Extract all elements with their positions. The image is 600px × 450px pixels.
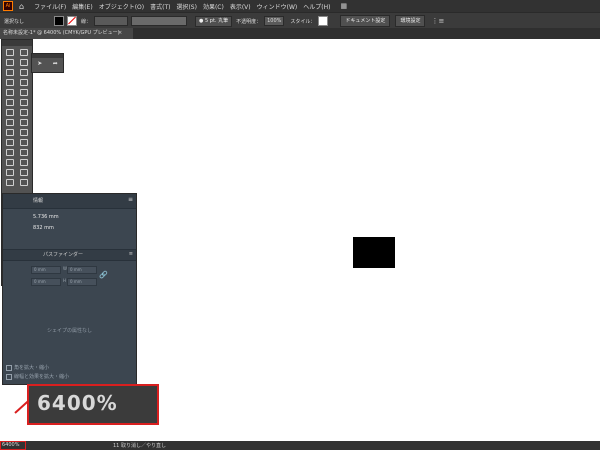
menu-items: ファイル(F) 編集(E) オブジェクト(O) 書式(T) 選択(S) 効果(C… — [34, 2, 336, 11]
workspace-icon[interactable]: ▦ — [340, 2, 347, 10]
style-label: スタイル： — [290, 18, 316, 25]
menu-select[interactable]: 選択(S) — [176, 2, 197, 11]
mesh-tool-icon[interactable] — [3, 137, 17, 147]
y-field[interactable]: 0 mm — [67, 278, 97, 286]
width-field[interactable]: 0 mm — [31, 266, 61, 274]
pathfinder-tabs: パスファインダー ≡ — [3, 249, 136, 261]
document-tab[interactable]: 名称未設定-1* @ 6400% (CMYK/GPU プレビュー) — [0, 28, 133, 39]
brush-value: 5 pt. 丸筆 — [205, 17, 229, 24]
arrange-icon[interactable]: ⋮≡ — [431, 17, 444, 25]
symbol-sprayer-tool-icon[interactable] — [3, 157, 17, 167]
info-panel: 情報 ≡ 5.736 mm 832 mm パスファインダー ≡ 0 mm 0 m… — [2, 193, 137, 385]
scale-strokes-checkbox[interactable]: 線幅と効果を拡大・縮小 — [6, 373, 69, 380]
scale-corners-label: 角を拡大・縮小 — [14, 365, 50, 371]
menu-bar: Ai ⌂ ファイル(F) 編集(E) オブジェクト(O) 書式(T) 選択(S)… — [0, 0, 600, 12]
graph-tool-icon[interactable] — [17, 157, 31, 167]
close-icon[interactable]: × — [118, 28, 122, 39]
tab-info[interactable]: 情報 — [33, 197, 43, 204]
menu-window[interactable]: ウィンドウ(W) — [257, 2, 298, 11]
gradient-tool-icon[interactable] — [17, 137, 31, 147]
arrow-plus-icon[interactable]: ➦ — [53, 60, 58, 67]
document-tab-title: 名称未設定-1* @ 6400% (CMYK/GPU プレビュー) — [3, 30, 120, 36]
menu-help[interactable]: ヘルプ(H) — [303, 2, 330, 11]
shaper-tool-icon[interactable] — [3, 97, 17, 107]
lasso-tool-icon[interactable] — [17, 57, 31, 67]
app-logo: Ai — [3, 1, 13, 11]
small-floating-panel: ➤ ➦ — [31, 53, 64, 73]
eyedropper-tool-icon[interactable] — [3, 147, 17, 157]
link-icon[interactable]: 🔗 — [99, 271, 108, 279]
x-field[interactable]: 0 mm — [67, 266, 97, 274]
panel-menu-icon[interactable]: ≡ — [129, 251, 133, 257]
shape-builder-tool-icon[interactable] — [3, 127, 17, 137]
hand-tool-icon[interactable] — [3, 177, 17, 187]
height-label: H — [63, 278, 67, 283]
menu-type[interactable]: 書式(T) — [150, 2, 170, 11]
menu-effect[interactable]: 効果(C) — [203, 2, 224, 11]
home-icon[interactable]: ⌂ — [19, 2, 24, 11]
brush-field[interactable]: ● 5 pt. 丸筆 — [195, 15, 233, 27]
height-field[interactable]: 0 mm — [31, 278, 61, 286]
status-bar: 6400% 11 取り消し／やり直し — [0, 441, 600, 450]
width-tool-icon[interactable] — [3, 117, 17, 127]
selection-tool-icon[interactable] — [3, 47, 17, 57]
info-panel-tabs: 情報 ≡ — [3, 194, 136, 209]
artboard-tool-icon[interactable] — [3, 167, 17, 177]
stroke-weight-field[interactable] — [94, 16, 129, 26]
opacity-label: 不透明度： — [236, 18, 262, 25]
perspective-grid-tool-icon[interactable] — [17, 127, 31, 137]
info-width-value: 5.736 mm — [33, 214, 59, 220]
curvature-tool-icon[interactable] — [17, 67, 31, 77]
stroke-swatch[interactable] — [67, 16, 78, 26]
scale-corners-checkbox[interactable]: 角を拡大・縮小 — [6, 364, 49, 371]
zoom-highlight-box — [0, 441, 26, 450]
scale-tool-icon[interactable] — [17, 107, 31, 117]
artwork-rectangle[interactable] — [353, 237, 395, 268]
free-transform-tool-icon[interactable] — [17, 117, 31, 127]
menu-view[interactable]: 表示(V) — [230, 2, 251, 11]
paintbrush-tool-icon[interactable] — [17, 87, 31, 97]
panel-menu-icon[interactable]: ≡ — [128, 196, 133, 203]
control-bar: 選択なし 線： ● 5 pt. 丸筆 不透明度： 100% スタイル： ドキュメ… — [0, 12, 600, 29]
info-height-value: 832 mm — [33, 225, 54, 231]
menu-object[interactable]: オブジェクト(O) — [99, 2, 144, 11]
rotate-tool-icon[interactable] — [3, 107, 17, 117]
line-tool-icon[interactable] — [17, 77, 31, 87]
direct-selection-tool-icon[interactable] — [17, 47, 31, 57]
tools-grid — [2, 46, 32, 188]
style-swatch[interactable] — [318, 16, 329, 26]
slice-tool-icon[interactable] — [17, 167, 31, 177]
zoom-tool-icon[interactable] — [17, 177, 31, 187]
magic-wand-tool-icon[interactable] — [3, 57, 17, 67]
document-setup-button[interactable]: ドキュメント設定 — [340, 15, 391, 27]
menu-file[interactable]: ファイル(F) — [34, 2, 66, 11]
pen-tool-icon[interactable] — [3, 67, 17, 77]
zoom-callout-text: 6400% — [37, 391, 118, 415]
stroke-label: 線： — [81, 18, 92, 25]
document-tab-bar: 名称未設定-1* @ 6400% (CMYK/GPU プレビュー) × — [0, 28, 600, 39]
variable-width-field[interactable] — [131, 16, 188, 26]
brush-dot-icon: ● — [199, 17, 204, 24]
type-tool-icon[interactable] — [3, 77, 17, 87]
fill-swatch[interactable] — [54, 16, 65, 26]
arrow-icon[interactable]: ➤ — [37, 60, 42, 67]
status-info: 11 取り消し／やり直し — [113, 443, 166, 449]
menu-edit[interactable]: 編集(E) — [72, 2, 92, 11]
floating-panel-icons: ➤ ➦ — [32, 58, 63, 67]
opacity-field[interactable]: 100% — [264, 16, 285, 26]
blend-tool-icon[interactable] — [17, 147, 31, 157]
preferences-button[interactable]: 環境設定 — [395, 15, 426, 27]
zoom-callout: 6400% — [27, 384, 159, 425]
selection-label: 選択なし — [4, 18, 25, 25]
tab-pathfinder[interactable]: パスファインダー — [43, 251, 83, 258]
no-shape-message: シェイプの属性なし — [46, 328, 92, 334]
eraser-tool-icon[interactable] — [17, 97, 31, 107]
scale-strokes-label: 線幅と効果を拡大・縮小 — [14, 374, 70, 380]
rectangle-tool-icon[interactable] — [3, 87, 17, 97]
